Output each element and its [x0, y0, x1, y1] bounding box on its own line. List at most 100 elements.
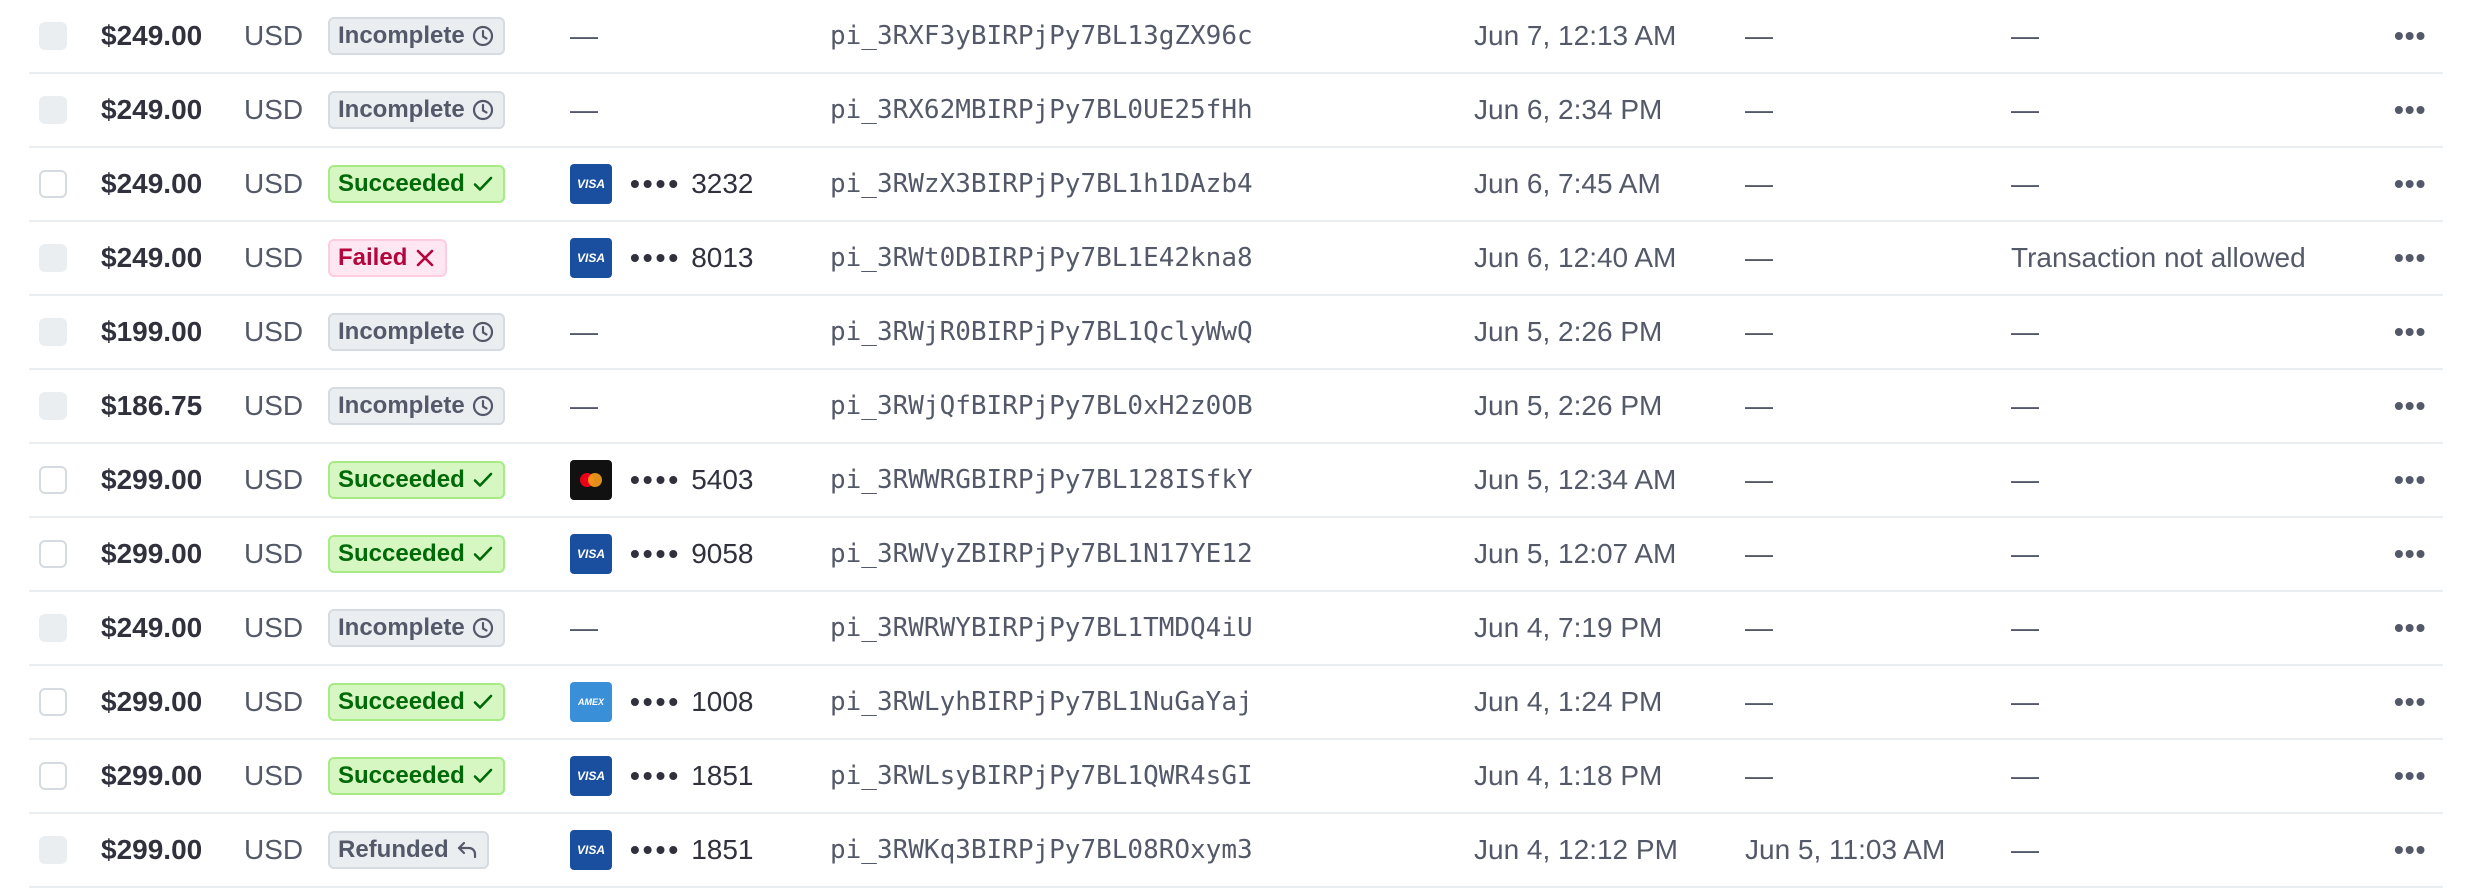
refunded-date: — — [1745, 94, 1773, 125]
amount: $199.00 — [101, 316, 203, 347]
more-actions-button[interactable]: ••• — [2394, 612, 2426, 644]
refunded-date: — — [1745, 464, 1773, 495]
visa-card-icon: VISA — [570, 756, 612, 796]
table-row[interactable]: $186.75 USD Incomplete — pi_3RWjQfBIRPjPy7BL… — [29, 370, 2443, 444]
card-last4: 9058 — [691, 538, 754, 569]
row-checkbox[interactable] — [39, 614, 67, 642]
row-checkbox[interactable] — [39, 392, 67, 420]
visa-card-icon: VISA — [570, 238, 612, 278]
status-badge: Failed — [328, 239, 448, 277]
row-checkbox[interactable] — [39, 540, 67, 568]
status-label: Incomplete — [338, 318, 465, 345]
more-actions-button[interactable]: ••• — [2394, 538, 2426, 570]
table-row[interactable]: $299.00 USD Refunded VISA •••• 1851 pi_3RWKq3B… — [29, 814, 2443, 888]
more-actions-button[interactable]: ••• — [2394, 242, 2426, 274]
row-checkbox[interactable] — [39, 836, 67, 864]
amount: $249.00 — [101, 242, 203, 273]
clock-icon — [472, 321, 493, 343]
masked-digits: •••• — [630, 760, 682, 791]
row-checkbox[interactable] — [39, 318, 67, 346]
payment-intent-id[interactable]: pi_3RWjR0BIRPjPy7BL1QclyWwQ — [830, 317, 1253, 347]
more-actions-button[interactable]: ••• — [2394, 390, 2426, 422]
status-badge: Refunded — [328, 831, 489, 869]
check-icon — [473, 546, 493, 561]
payment-intent-id[interactable]: pi_3RWLsyBIRPjPy7BL1QWR4sGI — [830, 761, 1253, 791]
created-date: Jun 6, 2:34 PM — [1474, 94, 1663, 125]
payment-intent-id[interactable]: pi_3RWzX3BIRPjPy7BL1h1DAzb4 — [830, 169, 1253, 199]
more-actions-button[interactable]: ••• — [2394, 94, 2426, 126]
payment-intent-id[interactable]: pi_3RWKq3BIRPjPy7BL08ROxym3 — [830, 835, 1253, 865]
refunded-date: — — [1745, 168, 1773, 199]
clock-icon — [472, 395, 493, 417]
row-checkbox[interactable] — [39, 22, 67, 50]
masked-digits: •••• — [630, 242, 682, 273]
card-last4: 1851 — [691, 834, 754, 865]
decline-reason: — — [2011, 390, 2039, 421]
payment-method: — — [570, 612, 598, 644]
status-label: Succeeded — [338, 540, 465, 567]
currency: USD — [244, 464, 304, 495]
row-checkbox[interactable] — [39, 170, 67, 198]
currency: USD — [244, 538, 304, 569]
row-checkbox[interactable] — [39, 96, 67, 124]
status-badge: Succeeded — [328, 535, 505, 573]
masked-digits: •••• — [630, 538, 682, 569]
masked-digits: •••• — [630, 168, 682, 199]
row-checkbox[interactable] — [39, 244, 67, 272]
status-badge: Succeeded — [328, 165, 505, 203]
status-badge: Incomplete — [328, 17, 505, 55]
table-row[interactable]: $249.00 USD Failed VISA •••• 8013 pi_3RWt0DBIR… — [29, 222, 2443, 296]
more-actions-button[interactable]: ••• — [2394, 760, 2426, 792]
payment-intent-id[interactable]: pi_3RXF3yBIRPjPy7BL13gZX96c — [830, 21, 1253, 51]
table-row[interactable]: $249.00 USD Succeeded VISA •••• 3232 pi_3RWzX3… — [29, 148, 2443, 222]
clock-icon — [472, 617, 493, 639]
payment-method: — — [570, 20, 598, 52]
payment-intent-id[interactable]: pi_3RWLyhBIRPjPy7BL1NuGaYaj — [830, 687, 1253, 717]
more-actions-button[interactable]: ••• — [2394, 20, 2426, 52]
table-row[interactable]: $249.00 USD Incomplete — pi_3RWRWYBIRPjPy7BL… — [29, 592, 2443, 666]
payment-method: VISA •••• 3232 — [570, 164, 754, 204]
more-actions-button[interactable]: ••• — [2394, 686, 2426, 718]
payment-intent-id[interactable]: pi_3RX62MBIRPjPy7BL0UE25fHh — [830, 95, 1253, 125]
more-actions-button[interactable]: ••• — [2394, 834, 2426, 866]
row-checkbox[interactable] — [39, 466, 67, 494]
table-row[interactable]: $299.00 USD Succeeded VISA •••• 9058 pi_3RWVyZ… — [29, 518, 2443, 592]
payment-intent-id[interactable]: pi_3RWt0DBIRPjPy7BL1E42kna8 — [830, 243, 1253, 273]
payment-intent-id[interactable]: pi_3RWVyZBIRPjPy7BL1N17YE12 — [830, 539, 1253, 569]
payment-method: VISA •••• 1851 — [570, 830, 754, 870]
status-label: Succeeded — [338, 170, 465, 197]
table-row[interactable]: $249.00 USD Incomplete — pi_3RXF3yBIRPjPy7BL… — [29, 0, 2443, 74]
currency: USD — [244, 242, 304, 273]
amount: $299.00 — [101, 538, 203, 569]
status-label: Succeeded — [338, 466, 465, 493]
payment-method: •••• 5403 — [570, 460, 754, 500]
created-date: Jun 7, 12:13 AM — [1474, 20, 1677, 51]
table-row[interactable]: $299.00 USD Succeeded •••• 5403 pi_3RWWRGBIRP… — [29, 444, 2443, 518]
row-checkbox[interactable] — [39, 688, 67, 716]
table-row[interactable]: $299.00 USD Succeeded VISA •••• 1851 pi_3RWLsy… — [29, 740, 2443, 814]
decline-reason: Transaction not allowed — [2011, 242, 2306, 273]
table-row[interactable]: $299.00 USD Succeeded AMEX •••• 1008 pi_3RWLyh… — [29, 666, 2443, 740]
created-date: Jun 4, 1:24 PM — [1474, 686, 1663, 717]
payment-intent-id[interactable]: pi_3RWRWYBIRPjPy7BL1TMDQ4iU — [830, 613, 1253, 643]
status-label: Refunded — [338, 836, 449, 863]
decline-reason: — — [2011, 538, 2039, 569]
visa-card-icon: VISA — [570, 830, 612, 870]
table-row[interactable]: $199.00 USD Incomplete — pi_3RWjR0BIRPjPy7BL… — [29, 296, 2443, 370]
refunded-date: — — [1745, 242, 1773, 273]
amount: $186.75 — [101, 390, 203, 421]
visa-card-icon: VISA — [570, 534, 612, 574]
payment-intent-id[interactable]: pi_3RWWRGBIRPjPy7BL128ISfkY — [830, 465, 1253, 495]
amount: $249.00 — [101, 20, 203, 51]
created-date: Jun 4, 12:12 PM — [1474, 834, 1678, 865]
table-row[interactable]: $249.00 USD Incomplete — pi_3RX62MBIRPjPy7BL… — [29, 74, 2443, 148]
card-last4: 1008 — [691, 686, 754, 717]
more-actions-button[interactable]: ••• — [2394, 316, 2426, 348]
more-actions-button[interactable]: ••• — [2394, 168, 2426, 200]
row-checkbox[interactable] — [39, 762, 67, 790]
decline-reason: — — [2011, 464, 2039, 495]
decline-reason: — — [2011, 316, 2039, 347]
more-actions-button[interactable]: ••• — [2394, 464, 2426, 496]
created-date: Jun 4, 1:18 PM — [1474, 760, 1663, 791]
payment-intent-id[interactable]: pi_3RWjQfBIRPjPy7BL0xH2z0OB — [830, 391, 1253, 421]
